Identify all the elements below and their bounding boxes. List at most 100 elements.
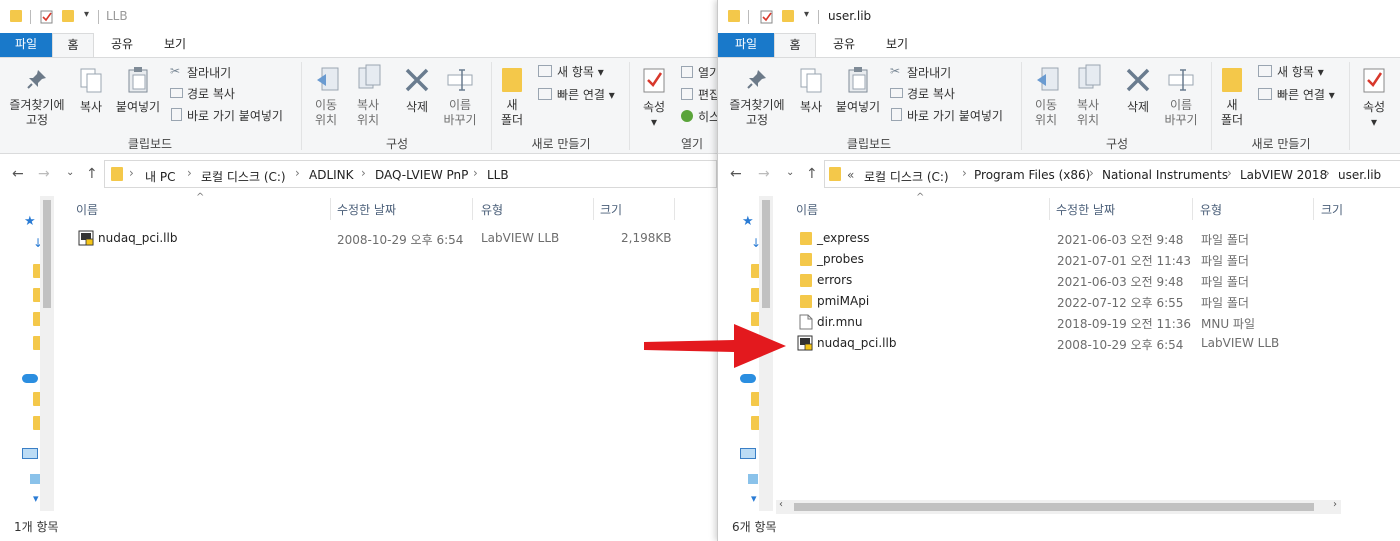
paste-button[interactable]: 붙여넣기	[832, 98, 884, 115]
pin-to-quick-access-button[interactable]: 즐겨찾기에 고정	[4, 98, 70, 128]
breadcrumb-item[interactable]: National Instruments	[1102, 168, 1228, 182]
this-pc-icon[interactable]	[22, 448, 38, 459]
customize-toolbar-icon[interactable]: ▾	[84, 9, 89, 25]
paste-shortcut-button[interactable]: 바로 가기 붙여넣기	[187, 107, 283, 124]
scroll-left-icon[interactable]: ‹	[779, 499, 783, 510]
breadcrumb-overflow[interactable]: «	[847, 168, 854, 182]
breadcrumb-item[interactable]: 로컬 디스크 (C:)	[864, 168, 949, 185]
address-bar[interactable]: « 로컬 디스크 (C:) › Program Files (x86) › Na…	[824, 160, 1400, 188]
new-folder-icon[interactable]	[782, 10, 794, 22]
quick-access-icon[interactable]: ★	[742, 214, 754, 229]
cut-button[interactable]: 잘라내기	[907, 64, 951, 81]
column-divider[interactable]	[1049, 198, 1050, 220]
column-divider[interactable]	[674, 198, 675, 220]
file-row[interactable]: _probes 2021-07-01 오전 11:43 파일 폴더	[776, 249, 1376, 270]
column-divider[interactable]	[330, 198, 331, 220]
column-divider[interactable]	[1192, 198, 1193, 220]
file-row[interactable]: nudaq_pci.llb 2008-10-29 오후 6:54 LabVIEW…	[58, 228, 698, 249]
network-icon[interactable]: ▾	[33, 492, 39, 505]
open-button[interactable]: 열기	[698, 64, 717, 81]
up-icon[interactable]: ↑	[86, 166, 98, 182]
file-row[interactable]: errors 2021-06-03 오전 9:48 파일 폴더	[776, 270, 1376, 291]
easy-access-button[interactable]: 빠른 연결 ▾	[1277, 86, 1335, 103]
delete-button[interactable]: 삭제	[1119, 98, 1157, 115]
properties-icon[interactable]	[760, 9, 774, 25]
recent-locations-icon[interactable]: ⌄	[66, 167, 74, 178]
recent-locations-icon[interactable]: ⌄	[786, 167, 794, 178]
breadcrumb-item[interactable]: user.lib	[1338, 168, 1381, 182]
file-row[interactable]: dir.mnu 2018-09-19 오전 11:36 MNU 파일	[776, 312, 1376, 333]
column-header-name[interactable]: 이름	[76, 201, 98, 218]
move-to-button[interactable]: 이동 위치	[1026, 98, 1066, 128]
rename-button[interactable]: 이름 바꾸기	[438, 98, 482, 128]
tab-file[interactable]: 파일	[0, 33, 52, 57]
new-item-button[interactable]: 새 항목 ▾	[557, 63, 604, 80]
address-bar[interactable]: › 내 PC › 로컬 디스크 (C:) › ADLINK › DAQ-LVIE…	[104, 160, 717, 188]
tab-home[interactable]: 홈	[774, 33, 816, 57]
network-icon[interactable]: ▾	[751, 492, 757, 505]
new-folder-icon[interactable]	[62, 10, 74, 22]
copy-button[interactable]: 복사	[792, 98, 830, 115]
properties-button[interactable]: 속성 ▾	[1356, 98, 1392, 129]
file-row[interactable]: pmiMApi 2022-07-12 오후 6:55 파일 폴더	[776, 291, 1376, 312]
column-divider[interactable]	[472, 198, 473, 220]
forward-icon[interactable]: →	[38, 166, 50, 182]
rename-button[interactable]: 이름 바꾸기	[1159, 98, 1203, 128]
properties-icon[interactable]	[40, 9, 54, 25]
delete-button[interactable]: 삭제	[398, 98, 436, 115]
scrollbar-thumb[interactable]	[762, 200, 770, 308]
scrollbar-thumb[interactable]	[794, 503, 1314, 511]
breadcrumb-item[interactable]: Program Files (x86)	[974, 168, 1090, 182]
column-header-date[interactable]: 수정한 날짜	[1056, 201, 1115, 218]
column-divider[interactable]	[593, 198, 594, 220]
pin-to-quick-access-button[interactable]: 즐겨찾기에 고정	[724, 98, 790, 128]
file-row[interactable]: nudaq_pci.llb 2008-10-29 오후 6:54 LabVIEW…	[776, 333, 1376, 354]
easy-access-button[interactable]: 빠른 연결 ▾	[557, 86, 615, 103]
up-icon[interactable]: ↑	[806, 166, 818, 182]
breadcrumb-item[interactable]: 로컬 디스크 (C:)	[201, 168, 286, 185]
horizontal-scrollbar[interactable]: ‹ ›	[776, 499, 1341, 514]
breadcrumb-item[interactable]: LabVIEW 2018	[1240, 168, 1327, 182]
quick-access-icon[interactable]: ★	[24, 214, 36, 229]
column-header-size[interactable]: 크기	[600, 201, 622, 218]
drive-icon[interactable]	[748, 474, 758, 484]
properties-button[interactable]: 속성 ▾	[636, 98, 672, 129]
back-icon[interactable]: ←	[12, 166, 24, 182]
tab-view[interactable]: 보기	[150, 33, 200, 57]
new-item-button[interactable]: 새 항목 ▾	[1277, 63, 1324, 80]
column-header-name[interactable]: 이름	[796, 201, 818, 218]
tab-share[interactable]: 공유	[98, 33, 146, 57]
tab-home[interactable]: 홈	[52, 33, 94, 57]
new-folder-button[interactable]: 새 폴더	[496, 98, 528, 128]
breadcrumb-item[interactable]: DAQ-LVIEW PnP	[375, 168, 468, 182]
column-header-date[interactable]: 수정한 날짜	[337, 201, 396, 218]
history-button[interactable]: 히스	[698, 108, 717, 125]
navpane-scrollbar[interactable]	[40, 196, 54, 511]
copy-to-button[interactable]: 복사 위치	[348, 98, 388, 128]
tab-view[interactable]: 보기	[872, 33, 922, 57]
column-header-type[interactable]: 유형	[1200, 201, 1222, 218]
copy-button[interactable]: 복사	[72, 98, 110, 115]
back-icon[interactable]: ←	[730, 166, 742, 182]
breadcrumb-item[interactable]: ADLINK	[309, 168, 354, 182]
edit-button[interactable]: 편집	[698, 86, 717, 103]
copy-to-button[interactable]: 복사 위치	[1068, 98, 1108, 128]
cut-button[interactable]: 잘라내기	[187, 64, 231, 81]
column-divider[interactable]	[1313, 198, 1314, 220]
breadcrumb-item[interactable]: LLB	[487, 168, 509, 182]
paste-shortcut-button[interactable]: 바로 가기 붙여넣기	[907, 107, 1003, 124]
column-header-size[interactable]: 크기	[1321, 201, 1343, 218]
scrollbar-thumb[interactable]	[43, 200, 51, 308]
paste-button[interactable]: 붙여넣기	[112, 98, 164, 115]
tab-share[interactable]: 공유	[820, 33, 868, 57]
move-to-button[interactable]: 이동 위치	[306, 98, 346, 128]
onedrive-icon[interactable]	[22, 374, 38, 383]
copy-path-button[interactable]: 경로 복사	[907, 85, 955, 102]
file-row[interactable]: _express 2021-06-03 오전 9:48 파일 폴더	[776, 228, 1376, 249]
forward-icon[interactable]: →	[758, 166, 770, 182]
new-folder-button[interactable]: 새 폴더	[1216, 98, 1248, 128]
column-header-type[interactable]: 유형	[481, 201, 503, 218]
breadcrumb-item[interactable]: 내 PC	[145, 168, 175, 185]
this-pc-icon[interactable]	[740, 448, 756, 459]
tab-file[interactable]: 파일	[718, 33, 774, 57]
